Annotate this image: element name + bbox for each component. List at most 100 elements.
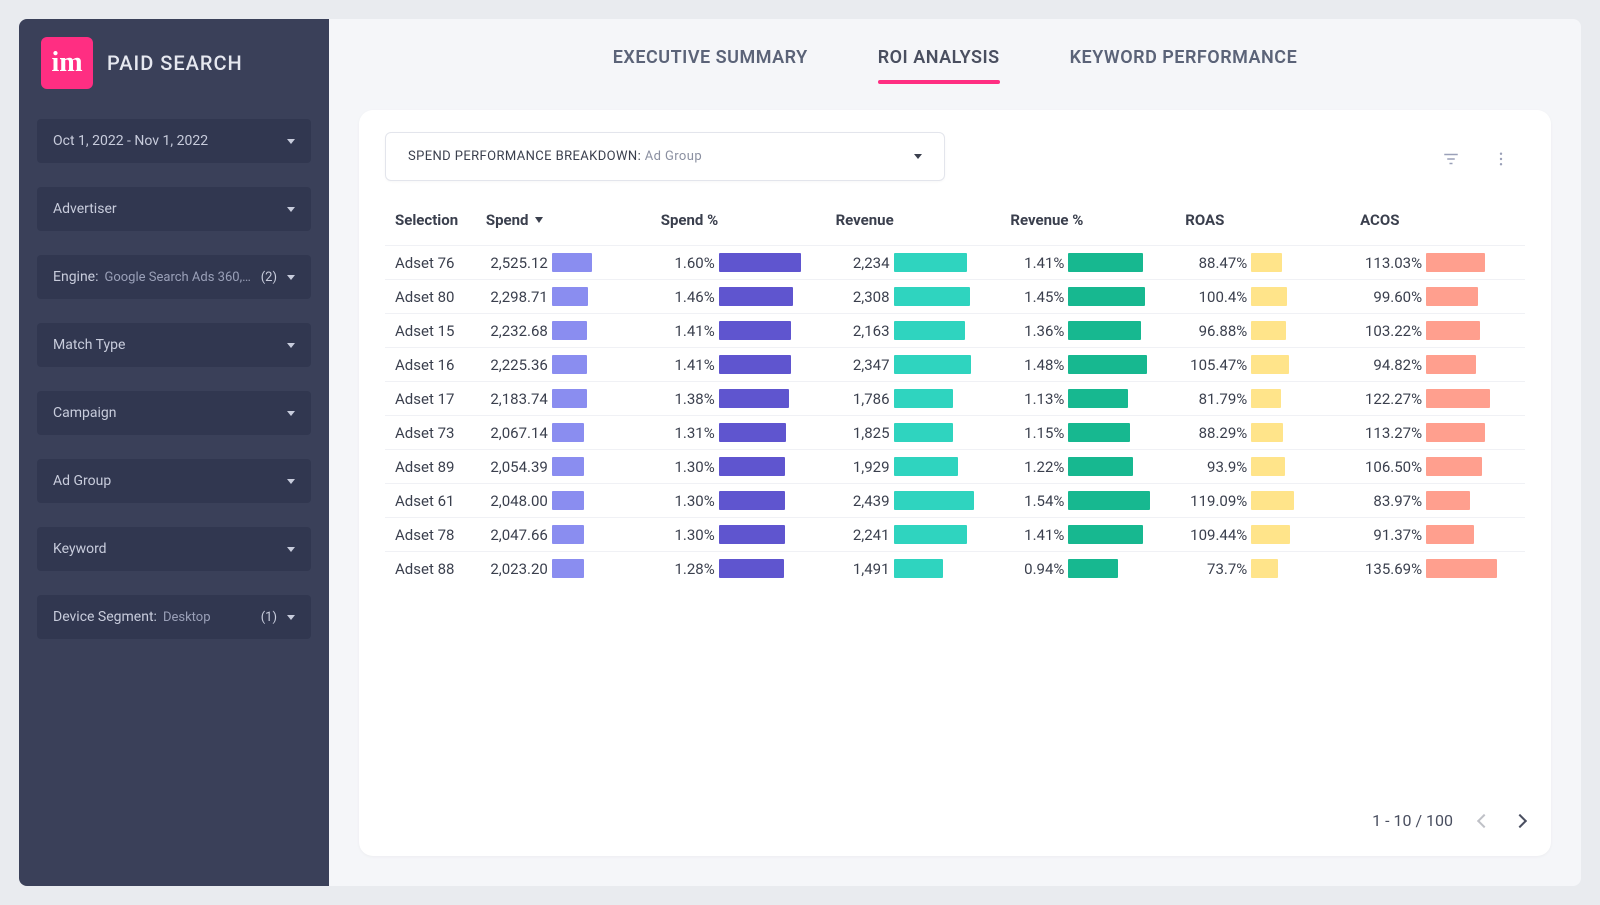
col-spend-[interactable]: Spend % bbox=[651, 203, 826, 246]
more-icon[interactable] bbox=[1491, 149, 1511, 169]
pagination: 1 - 10 / 100 bbox=[385, 701, 1525, 830]
filter-device-segment[interactable]: Device Segment: Desktop(1) bbox=[37, 595, 311, 639]
cell-revenue-pct: 1.41% bbox=[1000, 518, 1175, 552]
cell-selection: Adset 15 bbox=[385, 314, 476, 348]
filter-advertiser[interactable]: Advertiser bbox=[37, 187, 311, 231]
cell-spend-pct: 1.46% bbox=[651, 280, 826, 314]
cell-roas: 81.79% bbox=[1175, 382, 1350, 416]
cell-revenue: 2,308 bbox=[826, 280, 1001, 314]
cell-roas: 93.9% bbox=[1175, 450, 1350, 484]
tabs: EXECUTIVE SUMMARY ROI ANALYSIS KEYWORD PER… bbox=[329, 19, 1581, 102]
table-row[interactable]: Adset 162,225.361.41%2,3471.48%105.47%94… bbox=[385, 348, 1525, 382]
col-acos[interactable]: ACOS bbox=[1350, 203, 1525, 246]
cell-roas: 105.47% bbox=[1175, 348, 1350, 382]
cell-selection: Adset 80 bbox=[385, 280, 476, 314]
pagination-range: 1 - 10 / 100 bbox=[1372, 811, 1453, 830]
filter-engine[interactable]: Engine: Google Search Ads 360, …(2) bbox=[37, 255, 311, 299]
filter-label: Oct 1, 2022 - Nov 1, 2022 bbox=[53, 133, 208, 149]
cell-spend-pct: 1.28% bbox=[651, 552, 826, 586]
cell-selection: Adset 73 bbox=[385, 416, 476, 450]
table-row[interactable]: Adset 782,047.661.30%2,2411.41%109.44%91… bbox=[385, 518, 1525, 552]
cell-spend-pct: 1.30% bbox=[651, 484, 826, 518]
col-revenue-[interactable]: Revenue % bbox=[1000, 203, 1175, 246]
pagination-prev[interactable] bbox=[1477, 813, 1491, 827]
data-table: SelectionSpendSpend %RevenueRevenue %ROA… bbox=[385, 203, 1525, 585]
chevron-down-icon bbox=[287, 139, 295, 144]
cell-roas: 100.4% bbox=[1175, 280, 1350, 314]
tab-keyword-performance[interactable]: KEYWORD PERFORMANCE bbox=[1070, 47, 1298, 84]
cell-spend-pct: 1.30% bbox=[651, 518, 826, 552]
cell-spend: 2,183.74 bbox=[476, 382, 651, 416]
table-row[interactable]: Adset 612,048.001.30%2,4391.54%119.09%83… bbox=[385, 484, 1525, 518]
chevron-down-icon bbox=[287, 275, 295, 280]
cell-selection: Adset 61 bbox=[385, 484, 476, 518]
sidebar: im PAID SEARCH Oct 1, 2022 - Nov 1, 2022… bbox=[19, 19, 329, 886]
cell-acos: 106.50% bbox=[1350, 450, 1525, 484]
cell-spend-pct: 1.31% bbox=[651, 416, 826, 450]
cell-selection: Adset 16 bbox=[385, 348, 476, 382]
main: EXECUTIVE SUMMARY ROI ANALYSIS KEYWORD PER… bbox=[329, 19, 1581, 886]
chevron-down-icon bbox=[287, 615, 295, 620]
filter-date-range[interactable]: Oct 1, 2022 - Nov 1, 2022 bbox=[37, 119, 311, 163]
cell-roas: 119.09% bbox=[1175, 484, 1350, 518]
filter-keyword[interactable]: Keyword bbox=[37, 527, 311, 571]
col-spend[interactable]: Spend bbox=[476, 203, 651, 246]
table-row[interactable]: Adset 762,525.121.60%2,2341.41%88.47%113… bbox=[385, 246, 1525, 280]
tab-roi-analysis[interactable]: ROI ANALYSIS bbox=[878, 47, 1000, 84]
cell-revenue-pct: 1.36% bbox=[1000, 314, 1175, 348]
cell-revenue-pct: 1.15% bbox=[1000, 416, 1175, 450]
cell-acos: 83.97% bbox=[1350, 484, 1525, 518]
cell-revenue: 2,163 bbox=[826, 314, 1001, 348]
chevron-down-icon bbox=[287, 479, 295, 484]
cell-revenue-pct: 1.41% bbox=[1000, 246, 1175, 280]
cell-roas: 96.88% bbox=[1175, 314, 1350, 348]
cell-acos: 113.03% bbox=[1350, 246, 1525, 280]
table-row[interactable]: Adset 802,298.711.46%2,3081.45%100.4%99.… bbox=[385, 280, 1525, 314]
cell-spend-pct: 1.30% bbox=[651, 450, 826, 484]
cell-spend: 2,054.39 bbox=[476, 450, 651, 484]
cell-revenue: 2,241 bbox=[826, 518, 1001, 552]
table-row[interactable]: Adset 882,023.201.28%1,4910.94%73.7%135.… bbox=[385, 552, 1525, 586]
cell-spend: 2,048.00 bbox=[476, 484, 651, 518]
cell-revenue: 2,234 bbox=[826, 246, 1001, 280]
cell-spend-pct: 1.41% bbox=[651, 348, 826, 382]
col-revenue[interactable]: Revenue bbox=[826, 203, 1001, 246]
cell-spend-pct: 1.38% bbox=[651, 382, 826, 416]
cell-acos: 94.82% bbox=[1350, 348, 1525, 382]
card: SPEND PERFORMANCE BREAKDOWN: Ad Group Se… bbox=[359, 110, 1551, 856]
cell-selection: Adset 17 bbox=[385, 382, 476, 416]
cell-revenue: 2,439 bbox=[826, 484, 1001, 518]
cell-revenue: 1,929 bbox=[826, 450, 1001, 484]
cell-revenue-pct: 1.22% bbox=[1000, 450, 1175, 484]
chevron-down-icon bbox=[287, 547, 295, 552]
cell-acos: 103.22% bbox=[1350, 314, 1525, 348]
filter-match-type[interactable]: Match Type bbox=[37, 323, 311, 367]
cell-revenue-pct: 1.13% bbox=[1000, 382, 1175, 416]
cell-revenue-pct: 1.54% bbox=[1000, 484, 1175, 518]
cell-spend-pct: 1.41% bbox=[651, 314, 826, 348]
cell-revenue-pct: 1.45% bbox=[1000, 280, 1175, 314]
cell-roas: 88.47% bbox=[1175, 246, 1350, 280]
cell-revenue: 2,347 bbox=[826, 348, 1001, 382]
cell-revenue: 1,786 bbox=[826, 382, 1001, 416]
filter-ad-group[interactable]: Ad Group bbox=[37, 459, 311, 503]
col-roas[interactable]: ROAS bbox=[1175, 203, 1350, 246]
cell-revenue-pct: 1.48% bbox=[1000, 348, 1175, 382]
table-row[interactable]: Adset 732,067.141.31%1,8251.15%88.29%113… bbox=[385, 416, 1525, 450]
cell-acos: 113.27% bbox=[1350, 416, 1525, 450]
pagination-next[interactable] bbox=[1513, 813, 1527, 827]
cell-spend: 2,023.20 bbox=[476, 552, 651, 586]
cell-selection: Adset 89 bbox=[385, 450, 476, 484]
table-row[interactable]: Adset 172,183.741.38%1,7861.13%81.79%122… bbox=[385, 382, 1525, 416]
cell-acos: 91.37% bbox=[1350, 518, 1525, 552]
cell-acos: 122.27% bbox=[1350, 382, 1525, 416]
filter-campaign[interactable]: Campaign bbox=[37, 391, 311, 435]
tab-executive-summary[interactable]: EXECUTIVE SUMMARY bbox=[613, 47, 808, 84]
cell-roas: 109.44% bbox=[1175, 518, 1350, 552]
table-row[interactable]: Adset 152,232.681.41%2,1631.36%96.88%103… bbox=[385, 314, 1525, 348]
filter-icon[interactable] bbox=[1441, 149, 1461, 169]
col-selection[interactable]: Selection bbox=[385, 203, 476, 246]
cell-selection: Adset 76 bbox=[385, 246, 476, 280]
table-row[interactable]: Adset 892,054.391.30%1,9291.22%93.9%106.… bbox=[385, 450, 1525, 484]
cell-spend: 2,047.66 bbox=[476, 518, 651, 552]
